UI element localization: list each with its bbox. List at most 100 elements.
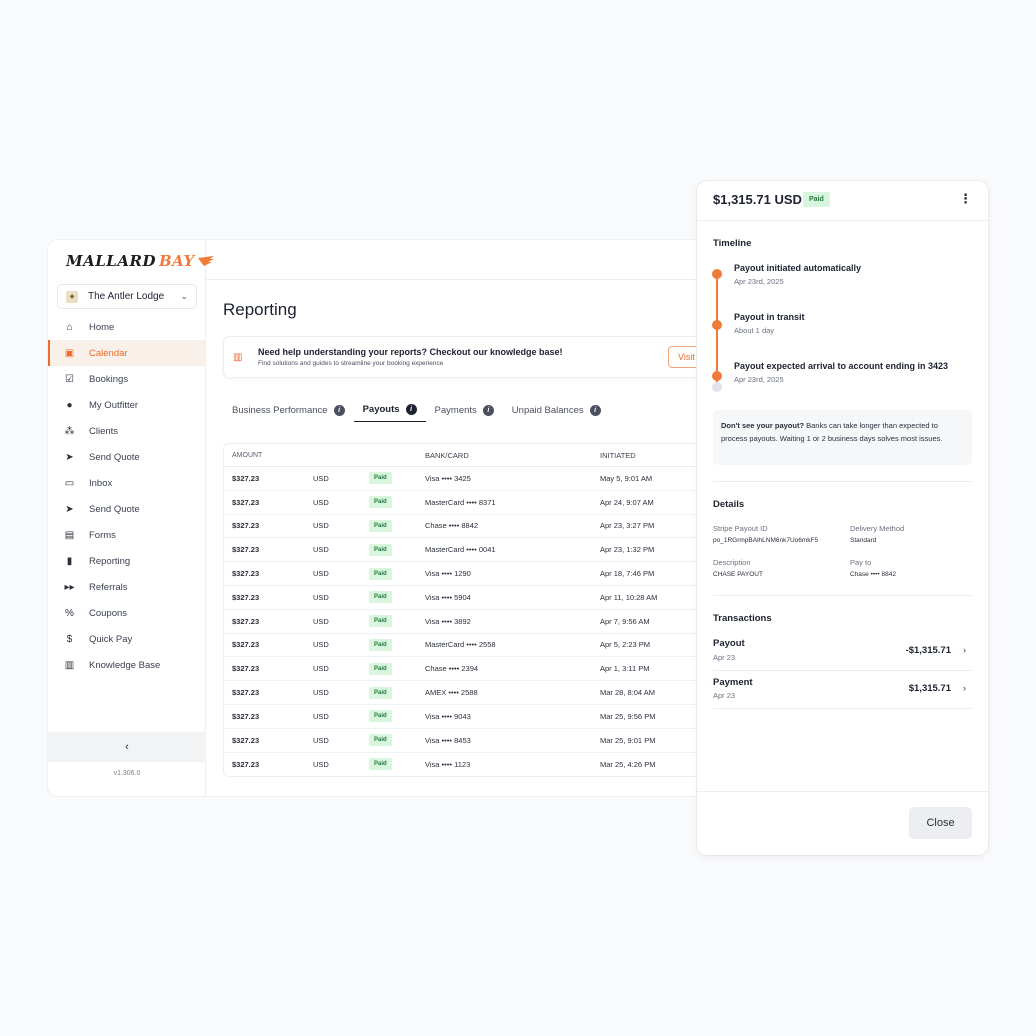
more-options-icon[interactable]: ⋮ [959,191,972,207]
cell-amount: $327.23 [232,497,260,507]
table-row[interactable]: $327.23 USD Paid MasterCard •••• 8371 Apr 24… [224,491,708,515]
info-icon[interactable]: i [589,404,601,416]
timeline-dot [712,371,722,381]
cell-amount: $327.23 [232,711,260,721]
cell-currency: USD [313,473,329,483]
status-badge: Paid [369,734,392,747]
timeline-step-title: Payout expected arrival to account endin… [734,361,949,371]
cell-currency: USD [313,497,329,507]
cell-amount: $327.23 [232,759,260,769]
tab-business-performance[interactable]: Business Performance i [223,398,354,422]
table-row[interactable]: $327.23 USD Paid Chase •••• 2394 Apr 1, 3:11… [224,657,708,682]
table-row[interactable]: $327.23 USD Paid Visa •••• 9043 Mar 25, 9:56… [224,705,708,729]
payouts-table: AMOUNT BANK/CARD INITIATED $327.23 USD Pai… [223,443,708,778]
logo-word: MALLARD [66,252,156,270]
sidebar-item-knowledge-base[interactable]: ▥ Knowledge Base [48,652,206,678]
cell-currency: USD [313,545,329,555]
sidebar-item-label: Send Quote [89,451,140,463]
payout-help-note: Don't see your payout? Banks can take lo… [713,410,972,465]
detail-label: Pay to [850,558,872,567]
transaction-title: Payout [713,638,745,649]
cell-initiated: Mar 25, 4:26 PM [600,759,656,769]
timeline-dot [712,320,722,330]
timeline-dot [712,269,722,279]
sidebar-item-calendar[interactable]: ▣ Calendar [48,340,206,366]
cell-amount: $327.23 [232,616,260,626]
cell-initiated: Apr 7, 9:56 AM [600,616,650,626]
tab-unpaid-balances[interactable]: Unpaid Balances i [503,398,610,422]
collapse-sidebar-button[interactable]: ‹ [48,732,206,762]
cell-currency: USD [313,640,329,650]
detail-value: Chase •••• 8842 [850,571,896,578]
table-row[interactable]: $327.23 USD Paid AMEX •••• 2588 Mar 28, 8:04… [224,681,708,705]
sidebar-item-bookings[interactable]: ☑ Bookings [48,366,206,392]
sidebar-item-send-quote[interactable]: ➤ Send Quote [48,444,206,470]
close-button[interactable]: Close [909,807,972,839]
sidebar-item-home[interactable]: ⌂ Home [48,314,206,340]
sidebar-item-reporting[interactable]: ▮ Reporting [48,548,206,574]
tab-payouts[interactable]: Payouts i [353,398,426,422]
detail-label: Description [713,558,751,567]
logo: MALLARD BAY [66,252,214,270]
cell-status: Paid [369,543,425,556]
cell-amount: $327.23 [232,592,260,602]
knowledge-base-banner: ▥ Need help understanding your reports? … [223,336,708,378]
table-row[interactable]: $327.23 USD Paid Visa •••• 3425 May 5, 9:01 … [224,467,708,491]
logo-word-accent: BAY [158,252,195,270]
table-row[interactable]: $327.23 USD Paid Visa •••• 8453 Mar 25, 9:01… [224,729,708,753]
dollar-icon: $ [66,633,73,645]
table-row[interactable]: $327.23 USD Paid MasterCard •••• 2558 Apr 5,… [224,634,708,658]
clients-icon: ⁂ [64,425,75,437]
table-row[interactable]: $327.23 USD Paid Chase •••• 8842 Apr 23, 3:2… [224,515,708,539]
status-badge: Paid [369,662,392,675]
sidebar-item-label: Referrals [89,581,128,593]
table-row[interactable]: $327.23 USD Paid MasterCard •••• 0041 Apr 23… [224,538,708,563]
home-icon: ⌂ [66,321,73,333]
sidebar-item-label: Clients [89,425,119,437]
divider [713,670,972,671]
org-selector[interactable]: ◆ The Antler Lodge ⌄ [57,284,197,309]
table-row[interactable]: $327.23 USD Paid Visa •••• 3892 Apr 7, 9:56 … [224,610,708,634]
cell-initiated: Apr 23, 1:32 PM [600,545,655,555]
sidebar-item-inbox[interactable]: ▭ Inbox [48,470,206,496]
table-row[interactable]: $327.23 USD Paid Visa •••• 1123 Mar 25, 4:26… [224,753,708,777]
cell-bank-card: Chase •••• 8842 [425,521,479,531]
cell-bank-card: Visa •••• 1123 [425,759,471,769]
tab-payments[interactable]: Payments i [426,398,503,422]
calendar-icon: ▣ [64,347,75,359]
chevron-left-icon: ‹ [125,741,129,753]
tab-label: Payouts [362,404,400,415]
user-icon: ● [66,399,73,411]
sidebar-item-quick-pay[interactable]: $ Quick Pay [48,626,206,652]
status-badge: Paid [369,591,392,604]
status-badge: Paid [803,192,830,207]
divider [713,708,972,709]
table-row[interactable]: $327.23 USD Paid Visa •••• 5904 Apr 11, 10:2… [224,586,708,610]
cell-initiated: Apr 5, 2:23 PM [600,640,651,650]
status-badge: Paid [369,615,392,628]
cell-status: Paid [369,615,425,628]
chevron-down-icon: ⌄ [180,291,188,301]
timeline-end-dot [712,382,722,392]
info-icon[interactable]: i [482,404,494,416]
cell-amount: $327.23 [232,569,260,579]
sidebar-item-send-quote[interactable]: ➤ Send Quote [48,496,206,522]
tab-label: Payments [434,404,477,416]
info-icon[interactable]: i [333,404,345,416]
sidebar-item-referrals[interactable]: ▸▸ Referrals [48,574,206,600]
book-icon: ▥ [64,659,75,671]
chevron-right-icon: › [963,645,966,655]
timeline-step-title: Payout in transit [734,312,805,322]
cell-initiated: May 5, 9:01 AM [600,473,653,483]
table-row[interactable]: $327.23 USD Paid Visa •••• 1290 Apr 18, 7:46… [224,562,708,586]
sidebar-item-forms[interactable]: ▤ Forms [48,522,206,548]
sidebar-item-coupons[interactable]: % Coupons [48,600,206,626]
sidebar: MALLARD BAY ◆ The Antler Lodge ⌄ ⌂ Home ▣ C… [48,240,214,796]
sidebar-item-clients[interactable]: ⁂ Clients [48,418,206,444]
cell-bank-card: AMEX •••• 2588 [425,688,478,698]
info-icon[interactable]: i [405,404,417,415]
sidebar-item-label: Forms [89,529,116,541]
cell-currency: USD [313,711,329,721]
cell-initiated: Mar 25, 9:01 PM [600,735,656,745]
sidebar-item-my-outfitter[interactable]: ● My Outfitter [48,392,206,418]
